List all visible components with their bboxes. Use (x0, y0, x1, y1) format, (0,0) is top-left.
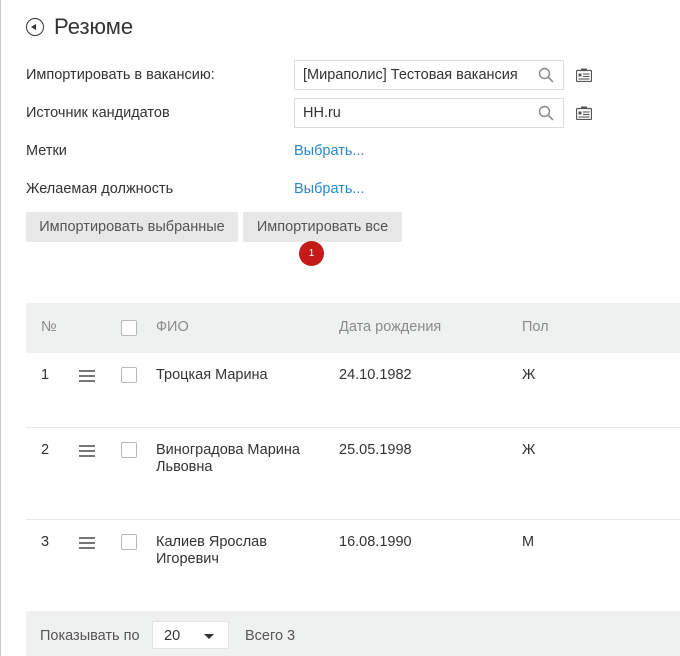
row-checkbox[interactable] (121, 442, 137, 458)
left-border (0, 0, 1, 656)
pagination-bar: Показывать по 20 Всего 3 (26, 611, 680, 656)
search-icon[interactable] (538, 105, 554, 121)
page-size-label: Показывать по (40, 628, 140, 644)
row-name-line1: Виноградова Марина (156, 442, 300, 458)
row-name: Троцкая Марина (156, 367, 268, 384)
column-num: № (41, 319, 57, 335)
vacancy-input-value: [Мираполис] Тестовая вакансия (303, 67, 518, 83)
total-count: Всего 3 (245, 628, 296, 644)
row-gender: М (522, 534, 535, 550)
row-num: 3 (41, 534, 50, 550)
select-all-checkbox[interactable] (121, 320, 137, 336)
tags-select-link[interactable]: Выбрать... (294, 143, 365, 159)
notification-badge: 1 (299, 241, 324, 266)
import-selected-button[interactable]: Импортировать выбранные (26, 212, 238, 242)
page-size-value: 20 (164, 628, 181, 644)
row-gender: Ж (522, 367, 536, 383)
row-birth: 25.05.1998 (339, 442, 412, 458)
drag-handle-icon[interactable] (79, 537, 95, 549)
table-row[interactable]: 2 Виноградова Марина Львовна 25.05.1998 … (26, 428, 680, 519)
row-num: 1 (41, 367, 50, 383)
vacancy-row: Импортировать в вакансию: [Мираполис] Те… (26, 60, 592, 90)
table-header: № ФИО Дата рождения Пол (26, 303, 680, 353)
source-input-value: HH.ru (303, 105, 341, 121)
row-num: 2 (41, 442, 50, 458)
row-name-line1: Троцкая Марина (156, 367, 268, 383)
vacancy-label: Импортировать в вакансию: (26, 67, 215, 83)
row-checkbox[interactable] (121, 534, 137, 550)
page-size-select[interactable]: 20 (152, 621, 229, 649)
row-birth: 16.08.1990 (339, 534, 412, 550)
section-header: Резюме (26, 14, 133, 40)
position-row: Желаемая должность Выбрать... (26, 174, 365, 204)
position-label: Желаемая должность (26, 181, 174, 197)
row-name-line2: Львовна (156, 459, 213, 475)
source-card-icon[interactable] (576, 106, 592, 120)
drag-handle-icon[interactable] (79, 445, 95, 457)
import-all-button[interactable]: Импортировать все (243, 212, 402, 242)
position-select-link[interactable]: Выбрать... (294, 181, 365, 197)
drag-handle-icon[interactable] (79, 370, 95, 382)
column-name[interactable]: ФИО (156, 319, 189, 335)
page-title: Резюме (54, 14, 134, 39)
column-gender[interactable]: Пол (522, 319, 549, 335)
tags-row: Метки Выбрать... (26, 136, 365, 166)
source-input[interactable]: HH.ru (294, 98, 564, 128)
search-icon[interactable] (538, 67, 554, 83)
source-row: Источник кандидатов HH.ru (26, 98, 592, 128)
row-checkbox[interactable] (121, 367, 137, 383)
table-row[interactable]: 1 Троцкая Марина 24.10.1982 Ж (26, 353, 680, 427)
collapse-icon[interactable] (26, 18, 44, 36)
vacancy-input[interactable]: [Мираполис] Тестовая вакансия (294, 60, 564, 90)
chevron-down-icon (204, 634, 214, 639)
column-birth[interactable]: Дата рождения (339, 319, 441, 335)
row-birth: 24.10.1982 (339, 367, 412, 383)
row-name-line2: Игоревич (156, 551, 219, 567)
row-gender: Ж (522, 442, 536, 458)
source-label: Источник кандидатов (26, 105, 170, 121)
tags-label: Метки (26, 143, 67, 159)
vacancy-card-icon[interactable] (576, 68, 592, 82)
row-name: Виноградова Марина Львовна (156, 442, 300, 476)
row-name-line1: Калиев Ярослав (156, 534, 267, 550)
table-row[interactable]: 3 Калиев Ярослав Игоревич 16.08.1990 М (26, 520, 680, 611)
row-name: Калиев Ярослав Игоревич (156, 534, 267, 568)
